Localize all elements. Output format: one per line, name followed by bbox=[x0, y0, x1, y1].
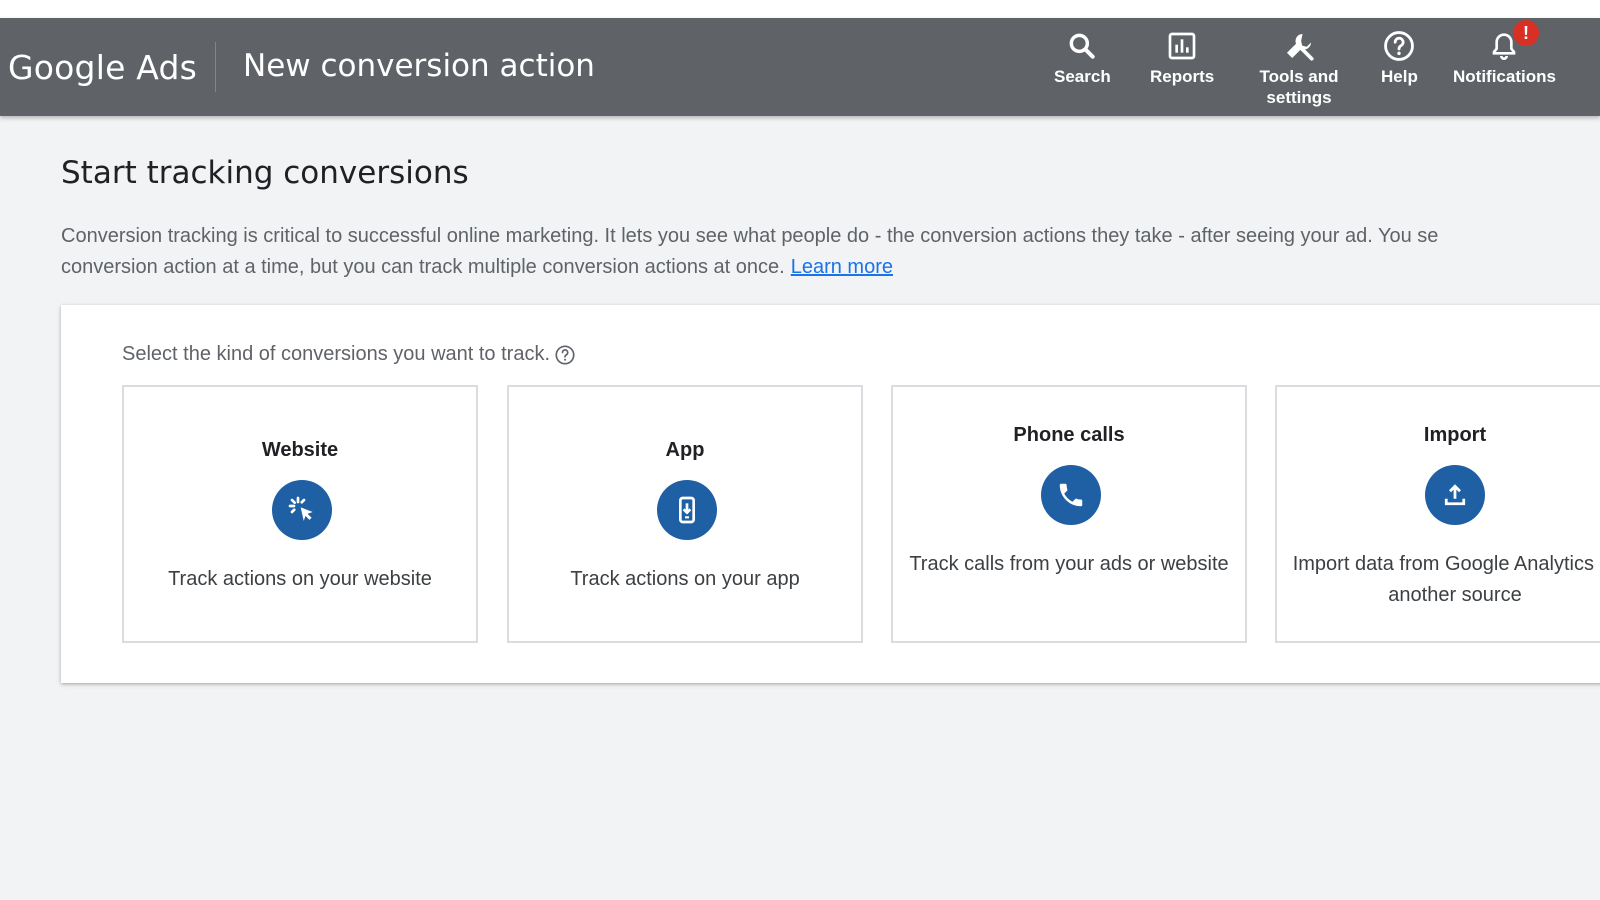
app-header: Google Ads New conversion action Search … bbox=[0, 18, 1600, 116]
page-title: Start tracking conversions bbox=[61, 155, 469, 191]
notification-badge: ! bbox=[1513, 20, 1539, 46]
nav-search-button[interactable]: Search bbox=[1054, 28, 1111, 87]
page-description: Conversion tracking is critical to succe… bbox=[61, 221, 1591, 283]
nav-notifications-label: Notifications bbox=[1453, 67, 1556, 86]
learn-more-link[interactable]: Learn more bbox=[791, 256, 893, 278]
nav-help-label: Help bbox=[1381, 67, 1418, 86]
header-title: New conversion action bbox=[243, 48, 595, 84]
nav-tools-label: Tools and settings bbox=[1259, 67, 1339, 107]
phone-calls-card[interactable]: Phone calls Track calls from your ads or… bbox=[891, 385, 1247, 643]
nav-reports-button[interactable]: Reports bbox=[1150, 28, 1214, 87]
wrench-icon bbox=[1282, 28, 1316, 64]
website-card-title: Website bbox=[261, 439, 339, 461]
help-circle-icon[interactable] bbox=[554, 344, 576, 366]
app-card[interactable]: App Track actions on your app bbox=[507, 385, 863, 643]
description-line-2: conversion action at a time, but you can… bbox=[61, 252, 1591, 283]
upload-icon bbox=[1425, 465, 1485, 525]
nav-search-label: Search bbox=[1054, 67, 1111, 86]
help-icon bbox=[1382, 28, 1416, 64]
reports-icon bbox=[1165, 28, 1199, 64]
phone-calls-card-title: Phone calls bbox=[1013, 424, 1125, 446]
nav-tools-button[interactable]: Tools and settings bbox=[1255, 28, 1343, 108]
prompt-text: Select the kind of conversions you want … bbox=[122, 343, 550, 365]
nav-reports-label: Reports bbox=[1150, 67, 1215, 86]
website-card-description: Track actions on your website bbox=[168, 568, 432, 590]
app-card-description: Track actions on your app bbox=[570, 568, 800, 590]
phone-download-icon bbox=[657, 480, 717, 540]
search-icon bbox=[1065, 28, 1099, 64]
nav-help-button[interactable]: Help bbox=[1381, 28, 1418, 87]
google-ads-logo[interactable]: Google Ads bbox=[8, 48, 197, 87]
import-card[interactable]: Import Import data from Google Analytics… bbox=[1275, 385, 1600, 643]
import-card-title: Import bbox=[1423, 424, 1487, 446]
header-divider bbox=[215, 42, 216, 92]
nav-notifications-button[interactable]: Notifications bbox=[1453, 28, 1556, 87]
description-line-2-text: conversion action at a time, but you can… bbox=[61, 256, 785, 278]
description-line-1: Conversion tracking is critical to succe… bbox=[61, 225, 1439, 247]
website-card[interactable]: Website Track actions on your website bbox=[122, 385, 478, 643]
conversion-type-prompt: Select the kind of conversions you want … bbox=[122, 343, 576, 366]
browser-top-strip bbox=[0, 0, 1600, 18]
phone-calls-card-description: Track calls from your ads or website bbox=[909, 553, 1229, 575]
cursor-click-icon bbox=[272, 480, 332, 540]
import-card-description: Import data from Google Analytics or ano… bbox=[1292, 553, 1600, 606]
phone-call-icon bbox=[1041, 465, 1101, 525]
app-card-title: App bbox=[665, 439, 705, 461]
conversion-type-panel: Select the kind of conversions you want … bbox=[61, 305, 1600, 683]
